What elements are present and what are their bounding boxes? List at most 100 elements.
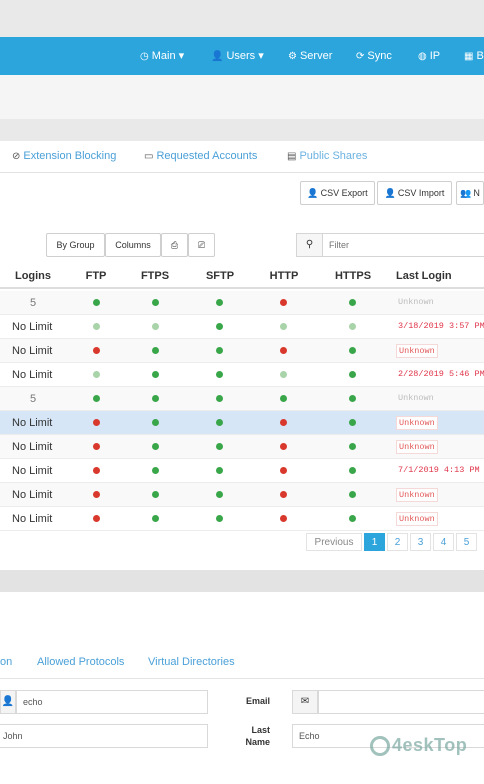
nav-ip[interactable]: ◍ IP bbox=[418, 37, 440, 75]
pagination-previous[interactable]: Previous bbox=[306, 533, 362, 551]
ftps-status-dot bbox=[152, 323, 159, 330]
table-row[interactable]: No Limit Unknown bbox=[0, 411, 484, 435]
ftps-status-dot bbox=[152, 491, 159, 498]
https-status-dot bbox=[349, 299, 356, 306]
cell-logins: No Limit bbox=[12, 321, 53, 333]
watermark-logo: 4eskTop bbox=[370, 735, 467, 757]
cell-logins: 5 bbox=[30, 393, 37, 405]
section-divider-band bbox=[0, 570, 484, 592]
first-name-field[interactable]: John bbox=[0, 724, 208, 748]
csv-import-button[interactable]: 👤 CSV Import bbox=[377, 181, 452, 205]
cell-last-login: Unknown bbox=[396, 440, 438, 454]
print-icon: ⎚ bbox=[197, 240, 206, 250]
users-table-header: Logins FTP FTPS SFTP HTTP HTTPS Last Log… bbox=[0, 265, 484, 289]
globe-icon: ◍ bbox=[418, 51, 427, 62]
sftp-status-dot bbox=[216, 443, 223, 450]
table-row[interactable]: No Limit Unknown bbox=[0, 483, 484, 507]
http-status-dot bbox=[280, 323, 287, 330]
table-row[interactable]: 5 Unknown bbox=[0, 387, 484, 411]
http-status-dot bbox=[280, 515, 287, 522]
filter-input[interactable] bbox=[329, 237, 479, 253]
cell-last-login: Unknown bbox=[396, 488, 438, 502]
ftp-status-dot bbox=[93, 467, 100, 474]
grid-icon: ▦ bbox=[464, 51, 474, 62]
ftp-status-dot bbox=[93, 515, 100, 522]
user-icon: 👤 bbox=[0, 690, 16, 714]
share-icon: ▤ bbox=[287, 151, 297, 162]
tab-extension-blocking[interactable]: ⊘ Extension Blocking bbox=[12, 150, 116, 162]
sftp-status-dot bbox=[216, 467, 223, 474]
header-ftp[interactable]: FTP bbox=[76, 270, 116, 282]
header-sftp[interactable]: SFTP bbox=[198, 270, 242, 282]
cell-logins: No Limit bbox=[12, 489, 53, 501]
settings-tabs: ⊘ Extension Blocking ▭ Requested Accounts … bbox=[0, 141, 484, 173]
last-name-label: Last Name bbox=[245, 725, 270, 747]
nav-server[interactable]: ⚙ Server bbox=[288, 37, 332, 75]
columns-button[interactable]: Columns bbox=[105, 233, 161, 257]
table-row[interactable]: No Limit Unknown bbox=[0, 435, 484, 459]
ftp-status-dot bbox=[93, 395, 100, 402]
new-user-button[interactable]: 👥 N bbox=[456, 181, 484, 205]
ftps-status-dot bbox=[152, 347, 159, 354]
nav-users[interactable]: 👤 Users ▾ bbox=[211, 37, 264, 75]
search-icon[interactable]: ⚲ bbox=[297, 234, 323, 256]
header-logins[interactable]: Logins bbox=[10, 270, 56, 282]
form-tab-divider bbox=[0, 678, 484, 679]
export-icon-button[interactable]: ⎙ bbox=[161, 233, 188, 257]
ftp-status-dot bbox=[93, 419, 100, 426]
ftp-status-dot bbox=[93, 347, 100, 354]
block-icon: ⊘ bbox=[12, 151, 21, 162]
sftp-status-dot bbox=[216, 419, 223, 426]
page-5[interactable]: 5 bbox=[456, 533, 477, 551]
header-https[interactable]: HTTPS bbox=[328, 270, 378, 282]
csv-export-button[interactable]: 👤 CSV Export bbox=[300, 181, 375, 205]
header-http[interactable]: HTTP bbox=[262, 270, 306, 282]
ftps-status-dot bbox=[152, 467, 159, 474]
https-status-dot bbox=[349, 467, 356, 474]
page-4[interactable]: 4 bbox=[433, 533, 454, 551]
email-field[interactable] bbox=[318, 690, 484, 714]
cell-last-login: Unknown bbox=[398, 297, 434, 307]
cell-last-login: 2/28/2019 5:46 PM bbox=[398, 369, 484, 379]
form-tab-partial[interactable]: on bbox=[0, 656, 12, 668]
nav-b[interactable]: ▦ B bbox=[464, 37, 484, 75]
sftp-status-dot bbox=[216, 347, 223, 354]
email-label: Email bbox=[245, 696, 270, 706]
ftps-status-dot bbox=[152, 371, 159, 378]
tab-requested-accounts[interactable]: ▭ Requested Accounts bbox=[144, 150, 257, 162]
table-row[interactable]: No Limit 2/28/2019 5:46 PM bbox=[0, 363, 484, 387]
table-row[interactable]: No Limit 7/1/2019 4:13 PM bbox=[0, 459, 484, 483]
sftp-status-dot bbox=[216, 323, 223, 330]
table-row[interactable]: No Limit Unknown bbox=[0, 339, 484, 363]
cell-logins: No Limit bbox=[12, 417, 53, 429]
nav-sync[interactable]: ⟳ Sync bbox=[356, 37, 392, 75]
form-tab-allowed-protocols[interactable]: Allowed Protocols bbox=[37, 656, 124, 668]
export-icon: ⎙ bbox=[170, 240, 179, 250]
nav-main[interactable]: ◷ Main ▾ bbox=[140, 37, 184, 75]
envelope-icon: ✉ bbox=[292, 690, 318, 714]
https-status-dot bbox=[349, 347, 356, 354]
cell-last-login: 7/1/2019 4:13 PM bbox=[398, 465, 480, 475]
sftp-status-dot bbox=[216, 371, 223, 378]
cell-last-login: Unknown bbox=[398, 393, 434, 403]
https-status-dot bbox=[349, 419, 356, 426]
http-status-dot bbox=[280, 347, 287, 354]
print-button[interactable]: ⎚ bbox=[188, 233, 215, 257]
table-row[interactable]: No Limit Unknown bbox=[0, 507, 484, 531]
page-1[interactable]: 1 bbox=[364, 533, 385, 551]
clock-icon: ◷ bbox=[140, 51, 149, 62]
table-row[interactable]: 5 Unknown bbox=[0, 291, 484, 315]
page-3[interactable]: 3 bbox=[410, 533, 431, 551]
tab-public-shares[interactable]: ▤ Public Shares bbox=[287, 150, 367, 162]
header-last-login[interactable]: Last Login bbox=[396, 270, 462, 282]
header-ftps[interactable]: FTPS bbox=[133, 270, 177, 282]
table-row[interactable]: No Limit 3/18/2019 3:57 PM bbox=[0, 315, 484, 339]
username-field[interactable]: echo bbox=[16, 690, 208, 714]
sync-icon: ⟳ bbox=[356, 51, 365, 62]
cell-logins: 5 bbox=[30, 297, 37, 309]
form-tab-virtual-directories[interactable]: Virtual Directories bbox=[148, 656, 235, 668]
by-group-button[interactable]: By Group bbox=[46, 233, 105, 257]
page-2[interactable]: 2 bbox=[387, 533, 408, 551]
http-status-dot bbox=[280, 443, 287, 450]
ftps-status-dot bbox=[152, 299, 159, 306]
